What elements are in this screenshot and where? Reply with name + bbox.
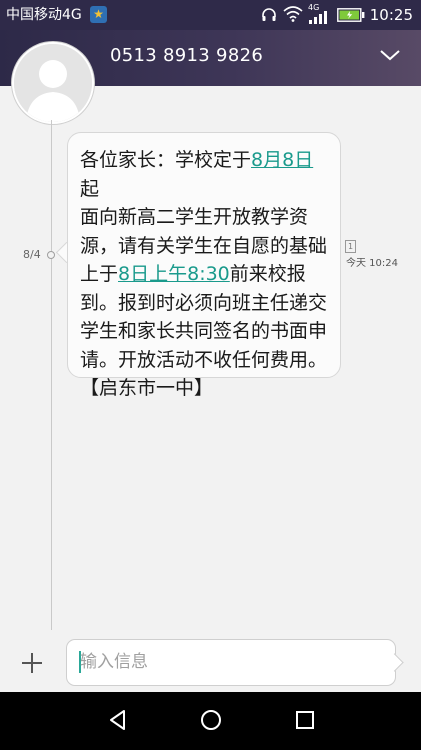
message-line: 【启东市一中】 xyxy=(80,374,332,403)
message-text-segment: 各位家长：学校定于 xyxy=(80,149,252,171)
message-text-segment: 起 xyxy=(80,177,100,200)
message-date: 8/4 xyxy=(23,248,41,261)
plus-icon[interactable] xyxy=(20,651,44,675)
timeline-line xyxy=(51,120,52,630)
message-text-segment: 前来校报 xyxy=(229,263,306,285)
wifi-icon xyxy=(283,6,303,22)
message-date-link[interactable]: 8月8日 xyxy=(251,149,313,171)
message-line: 上于8日上午8:30前来校报 xyxy=(80,260,332,289)
message-text[interactable]: 各位家长：学校定于8月8日起 面向新高二学生开放教学资 源，请有关学生在自愿的基础上… xyxy=(80,146,332,403)
contact-placeholder-icon xyxy=(14,44,92,122)
recents-icon[interactable] xyxy=(293,708,317,732)
message-line: 各位家长：学校定于8月8日起 xyxy=(80,146,332,203)
back-icon[interactable] xyxy=(106,708,130,732)
message-date-link[interactable]: 8日上午8:30 xyxy=(118,263,230,285)
sim-card-icon: 1 xyxy=(345,240,356,253)
message-text-segment: 学生和家长共同签名的书面申 xyxy=(80,320,328,342)
clock: 10:25 xyxy=(369,6,413,24)
chevron-down-icon[interactable] xyxy=(379,48,401,62)
message-line: 面向新高二学生开放教学资 xyxy=(80,203,332,232)
carrier-label: 中国移动4G xyxy=(6,7,82,23)
message-timestamp: 今天 10:24 xyxy=(346,258,398,269)
message-line: 源，请有关学生在自愿的基础 xyxy=(80,232,332,261)
status-bar: 中国移动4G ★ 4G 10:25 xyxy=(0,0,421,30)
timeline-dot xyxy=(47,251,55,259)
message-text-segment: 请。开放活动不收任何费用。 xyxy=(80,348,328,371)
battery-charging-icon xyxy=(337,8,365,22)
message-input-placeholder: 输入信息 xyxy=(80,652,148,672)
star-badge-icon: ★ xyxy=(90,6,107,23)
message-line: 到。报到时必须向班主任递交 xyxy=(80,289,332,318)
home-icon[interactable] xyxy=(199,708,223,732)
message-line: 学生和家长共同签名的书面申 xyxy=(80,317,332,346)
message-text-segment: 【启东市一中】 xyxy=(80,377,214,399)
message-text-segment: 面向新高二学生开放教学资 xyxy=(80,206,309,228)
message-text-segment: 上于 xyxy=(80,263,119,285)
message-line: 请。开放活动不收任何费用。 xyxy=(80,346,332,375)
headphones-icon xyxy=(262,8,276,21)
contact-number[interactable]: 0513 8913 9826 xyxy=(110,44,263,68)
message-text-segment: 源，请有关学生在自愿的基础 xyxy=(80,234,328,257)
message-text-segment: 到。报到时必须向班主任递交 xyxy=(80,291,328,314)
signal-icon xyxy=(309,11,327,24)
avatar[interactable] xyxy=(12,42,94,124)
